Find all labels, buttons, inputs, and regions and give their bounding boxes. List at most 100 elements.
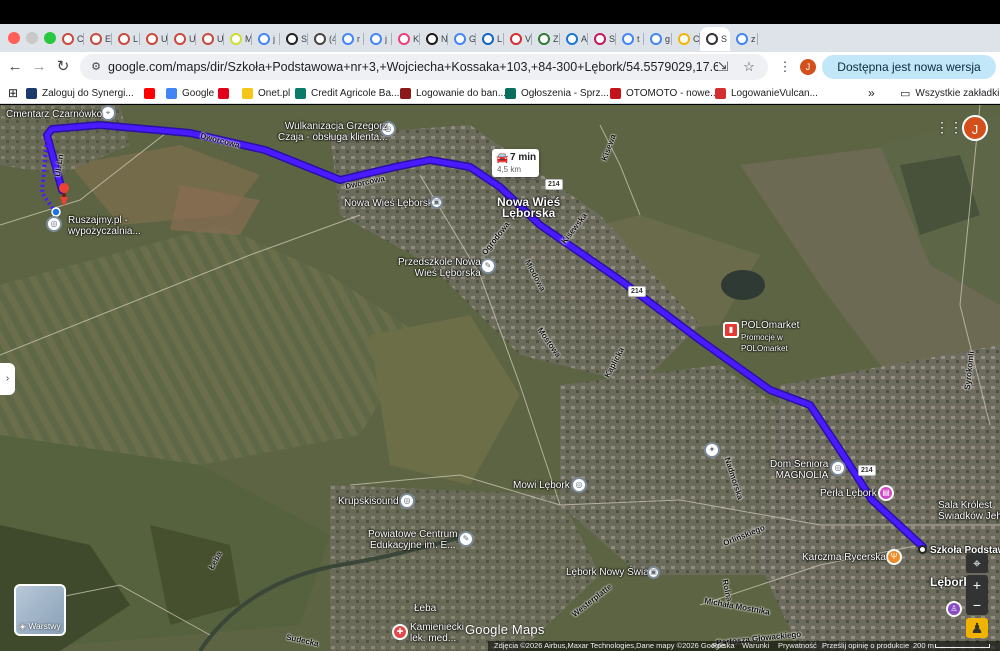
browser-tab[interactable]: Z [532, 27, 560, 51]
browser-tab[interactable]: (4 [308, 27, 336, 51]
poi-label-ruszajmy[interactable]: Ruszajmy.pl - wypożyczalnia... [68, 215, 141, 237]
browser-tab[interactable]: G [448, 27, 476, 51]
browser-tab[interactable]: z [730, 27, 758, 51]
shopping-pin-icon[interactable]: ▤ [878, 485, 894, 501]
my-location-button[interactable]: ⌖ [966, 553, 988, 573]
scale-label[interactable]: 200 m [913, 641, 934, 651]
layers-button[interactable]: ◈ Warstwy [14, 584, 66, 636]
bookmark-item[interactable]: Logowanie do ban... [400, 85, 506, 101]
poi-label-karczma-rycerska[interactable]: Karczma Rycerska [802, 552, 886, 563]
info-pin-icon[interactable]: ✦ [704, 442, 720, 458]
bookmark-item[interactable]: Ogłoszenia - Sprz... [505, 85, 609, 101]
site-settings-icon[interactable]: ⚙ [88, 59, 104, 75]
privacy-link[interactable]: Prywatność [778, 641, 817, 651]
browser-tab[interactable]: C [56, 27, 84, 51]
browser-tab[interactable]: S [700, 27, 730, 51]
poi-label-kamieniecki[interactable]: Kamieniecki lek. med... [410, 622, 464, 644]
profile-avatar[interactable]: J [800, 59, 816, 75]
zoom-window-button[interactable] [44, 32, 56, 44]
browser-tab[interactable]: A [560, 27, 588, 51]
apps-grid-icon[interactable]: ⊞ [8, 85, 18, 101]
poi-label-sala-krolestwa[interactable]: Sala Królest Świadków Jeh [938, 500, 1000, 522]
install-app-icon[interactable]: ⇲ [714, 58, 732, 76]
school-pin-icon[interactable]: ✎ [480, 258, 496, 274]
browser-tab[interactable]: g [644, 27, 672, 51]
back-button[interactable]: ← [4, 56, 26, 78]
forward-button[interactable]: → [28, 56, 50, 78]
poi-label-polomarket-promo[interactable]: Promocje w POLOmarket [741, 332, 788, 354]
browser-tab[interactable]: V [504, 27, 532, 51]
url-text[interactable]: google.com/maps/dir/Szkoła+Podstawowa+nr… [108, 60, 718, 74]
browser-tab[interactable]: N [420, 27, 448, 51]
poi-label-krupskisound[interactable]: Krupskisound [338, 496, 399, 507]
poi-label-cmentarz[interactable]: Cmentarz Czarnówko [6, 109, 102, 120]
browser-tab[interactable]: r [336, 27, 364, 51]
browser-tab[interactable]: S [280, 27, 308, 51]
poi-label-wulkanizacja[interactable]: Wulkanizacja Grzegorz Czaja - obsługa kl… [278, 121, 388, 143]
zoom-out-button[interactable]: − [966, 595, 988, 615]
tab-favicon-icon [426, 33, 438, 45]
polomarket-pin-icon[interactable]: ▮ [723, 322, 739, 338]
extensions-icon[interactable]: ⋮ [776, 58, 794, 76]
browser-tab[interactable]: M [224, 27, 252, 51]
music-pin-icon[interactable]: ◎ [399, 493, 415, 509]
poi-label-mowi[interactable]: Mowi Lębork [513, 480, 570, 491]
feedback-link[interactable]: Prześlij opinię o produkcie [822, 641, 909, 651]
browser-tab[interactable]: j [252, 27, 280, 51]
browser-tab[interactable]: L [112, 27, 140, 51]
browser-tab[interactable]: K [392, 27, 420, 51]
bookmark-star-icon[interactable]: ☆ [740, 58, 758, 76]
poi-label-polomarket[interactable]: POLOmarket [741, 320, 799, 331]
browser-tab[interactable]: E [84, 27, 112, 51]
education-pin-icon[interactable]: ✎ [458, 531, 474, 547]
map-canvas[interactable]: Dworcowa Dworcowa Ul. Ln Kisewa Ogrodowa… [0, 105, 1000, 651]
purple-pin-icon[interactable]: ♙ [946, 601, 962, 617]
poi-label-przedszkole[interactable]: Przedszkole Nowa Wieś Lęborska [398, 257, 481, 279]
bookmark-item[interactable] [144, 85, 155, 101]
account-avatar[interactable]: J [962, 115, 988, 141]
zoom-in-button[interactable]: + [966, 575, 988, 595]
browser-tab[interactable]: j [364, 27, 392, 51]
destination-marker[interactable] [918, 545, 927, 554]
poi-label-dom-seniora[interactable]: Dom Seniora MAGNOLIA [770, 459, 828, 481]
browser-tab[interactable]: t [616, 27, 644, 51]
bookmark-item[interactable]: Google [166, 85, 214, 101]
poi-label-powiatowe-centrum[interactable]: Powiatowe Centrum Edukacyjne im. E... [368, 529, 457, 551]
browser-tab[interactable]: U [140, 27, 168, 51]
train-station-pin-icon[interactable]: ▣ [430, 196, 443, 209]
route-duration-callout[interactable]: 🚘 7 min 4,5 km [492, 149, 539, 177]
bookmark-item[interactable]: LogowanieVulcan... [715, 85, 818, 101]
bookmark-item[interactable]: OTOMOTO - nowe... [610, 85, 718, 101]
terms-link[interactable]: Warunki [742, 641, 769, 651]
poi-label-szkola-podstawowa[interactable]: Szkoła Podstaw [930, 545, 1000, 556]
bookmark-item[interactable]: Onet.pl [242, 85, 290, 101]
poi-label-nowa-wies-station[interactable]: Nowa Wieś Lęborska [344, 198, 438, 209]
country-link[interactable]: Polska [712, 641, 735, 651]
expand-panel-chevron-icon[interactable]: › [0, 363, 15, 395]
senior-home-pin-icon[interactable]: ◎ [830, 460, 846, 476]
minimize-window-button[interactable] [26, 32, 38, 44]
rental-pin-icon[interactable]: ◎ [46, 216, 62, 232]
close-window-button[interactable] [8, 32, 20, 44]
pegman-street-view-icon[interactable]: ♟ [966, 618, 988, 638]
train-nowy-swiat-pin-icon[interactable]: ▣ [647, 566, 660, 579]
address-bar[interactable]: ⚙ google.com/maps/dir/Szkoła+Podstawowa+… [80, 54, 768, 80]
chrome-update-button[interactable]: Dostępna jest nowa wersja Chrome [822, 55, 996, 98]
all-bookmarks-button[interactable]: ▭ Wszystkie zakładki [900, 85, 999, 101]
poi-label-lebork-nowy-swiat[interactable]: Lębork Nowy Świat [566, 567, 652, 578]
bookmark-item[interactable] [218, 85, 229, 101]
browser-tab[interactable]: C [672, 27, 700, 51]
medical-pin-icon[interactable]: ✚ [392, 624, 408, 640]
bookmark-item[interactable]: Zaloguj do Synergi... [26, 85, 134, 101]
reload-button[interactable]: ↻ [52, 56, 74, 78]
browser-tab[interactable]: U [196, 27, 224, 51]
browser-tab[interactable]: S [588, 27, 616, 51]
bookmark-item[interactable]: Credit Agricole Ba... [295, 85, 399, 101]
bookmarks-overflow-button[interactable]: » [868, 85, 875, 101]
browser-tab[interactable]: U [168, 27, 196, 51]
browser-tab[interactable]: L [476, 27, 504, 51]
restaurant-pin-icon[interactable]: Ψ [886, 549, 902, 565]
cemetery-pin-icon[interactable]: ⌖ [100, 105, 116, 121]
mowi-pin-icon[interactable]: ◎ [571, 477, 587, 493]
poi-label-perla-lebork[interactable]: Perła Lębork [820, 488, 877, 499]
